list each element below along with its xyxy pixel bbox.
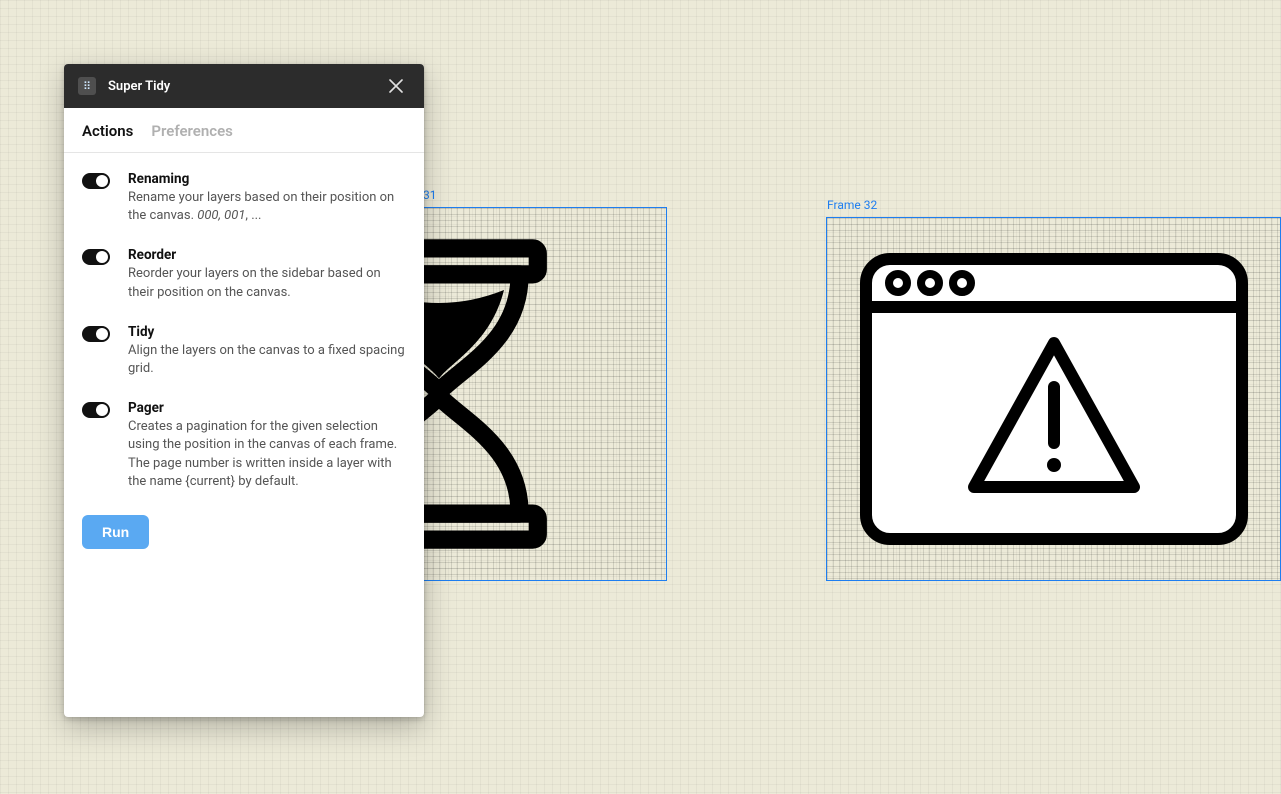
option-title: Tidy — [128, 324, 406, 340]
toggle-tidy[interactable] — [82, 326, 110, 342]
frame-label-text: Frame 32 — [827, 198, 877, 212]
dialog-header[interactable]: ⠿ Super Tidy — [64, 64, 424, 108]
option-title: Renaming — [128, 171, 406, 187]
close-button[interactable] — [382, 72, 410, 100]
tab-preferences[interactable]: Preferences — [151, 122, 233, 140]
option-text: Reorder Reorder your layers on the sideb… — [128, 247, 406, 301]
toggle-reorder[interactable] — [82, 249, 110, 265]
browser-warning-icon — [854, 247, 1254, 551]
desc-text: , ... — [245, 208, 261, 223]
run-row: Run — [64, 491, 424, 549]
options-list: Renaming Rename your layers based on the… — [64, 153, 424, 491]
option-text: Renaming Rename your layers based on the… — [128, 171, 406, 225]
option-text: Tidy Align the layers on the canvas to a… — [128, 324, 406, 378]
option-title: Reorder — [128, 247, 406, 263]
option-description: Rename your layers based on their positi… — [128, 189, 406, 225]
plugin-dialog: ⠿ Super Tidy Actions Preferences Renamin… — [64, 64, 424, 717]
toggle-renaming[interactable] — [82, 173, 110, 189]
option-tidy: Tidy Align the layers on the canvas to a… — [82, 324, 406, 378]
option-description: Creates a pagination for the given selec… — [128, 418, 406, 491]
toggle-pager[interactable] — [82, 402, 110, 418]
option-reorder: Reorder Reorder your layers on the sideb… — [82, 247, 406, 301]
frame-label[interactable]: 31 — [423, 188, 437, 202]
canvas-background[interactable]: 31 Frame 32 — [0, 0, 1281, 794]
plugin-icon: ⠿ — [78, 77, 96, 95]
tab-actions[interactable]: Actions — [82, 122, 133, 140]
dialog-title: Super Tidy — [108, 79, 382, 94]
option-description: Align the layers on the canvas to a fixe… — [128, 342, 406, 378]
option-text: Pager Creates a pagination for the given… — [128, 400, 406, 491]
desc-em: 000, 001 — [197, 208, 245, 223]
frame-label[interactable]: Frame 32 — [827, 198, 877, 212]
option-renaming: Renaming Rename your layers based on the… — [82, 171, 406, 225]
close-icon — [389, 79, 403, 93]
option-title: Pager — [128, 400, 406, 416]
option-pager: Pager Creates a pagination for the given… — [82, 400, 406, 491]
frame-content — [827, 218, 1280, 580]
frame-32[interactable]: Frame 32 — [826, 217, 1281, 581]
run-button[interactable]: Run — [82, 515, 149, 549]
option-description: Reorder your layers on the sidebar based… — [128, 265, 406, 301]
tabs: Actions Preferences — [64, 108, 424, 153]
frame-label-text: 31 — [423, 188, 437, 202]
